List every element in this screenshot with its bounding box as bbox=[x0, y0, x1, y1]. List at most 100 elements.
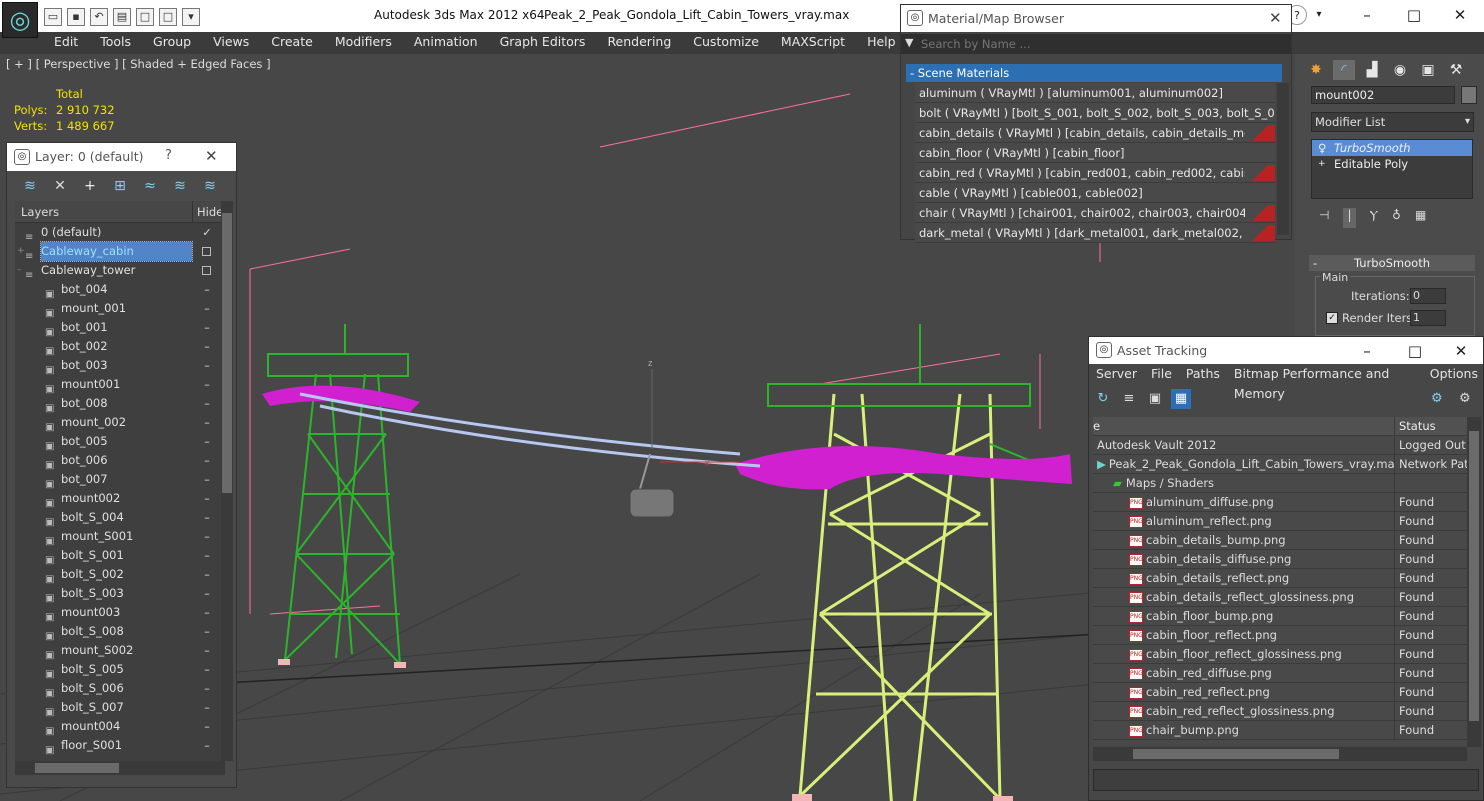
options-dropdown-icon[interactable]: ▼ bbox=[905, 36, 913, 49]
layer-dialog-titlebar[interactable]: ◎ Layer: 0 (default) ? ✕ bbox=[7, 143, 236, 171]
hide-toggle[interactable]: – bbox=[193, 584, 221, 603]
asset-row[interactable]: PNG cabin_floor_bump.png Found bbox=[1093, 607, 1467, 626]
asset-vertical-scrollbar[interactable] bbox=[1467, 417, 1481, 747]
expand-icon[interactable]: + bbox=[17, 242, 25, 261]
minimize-icon[interactable]: – bbox=[1355, 5, 1379, 25]
material-browser-titlebar[interactable]: ◎ Material/Map Browser ✕ bbox=[901, 5, 1291, 32]
asset-row[interactable]: PNG chair_bump.png Found bbox=[1093, 721, 1467, 740]
hide-all-icon[interactable]: ≋ bbox=[169, 176, 191, 196]
turbosmooth-rollout-header[interactable]: - TurboSmooth bbox=[1309, 255, 1475, 271]
hide-toggle[interactable]: – bbox=[193, 736, 221, 755]
pin-stack-icon[interactable]: ⊣ bbox=[1319, 208, 1329, 228]
render-iters-checkbox[interactable]: ✓ bbox=[1326, 312, 1338, 324]
layer-row[interactable]: ▣ bolt_S_001 – bbox=[15, 546, 221, 566]
col-hide[interactable]: Hide bbox=[193, 201, 221, 222]
hide-toggle[interactable]: – bbox=[193, 622, 221, 641]
add-to-layer-icon[interactable]: + bbox=[79, 176, 101, 196]
object-color-swatch[interactable] bbox=[1461, 86, 1477, 104]
select-objects-icon[interactable]: ⊞ bbox=[109, 176, 131, 196]
hide-toggle[interactable]: – bbox=[193, 413, 221, 432]
asset-row[interactable]: PNG cabin_red_diffuse.png Found bbox=[1093, 664, 1467, 683]
maximize-icon[interactable]: □ bbox=[1403, 341, 1427, 361]
menu-help[interactable]: Help bbox=[856, 32, 907, 54]
display-tab-icon[interactable]: ▣ bbox=[1417, 60, 1439, 80]
material-item[interactable]: bolt ( VRayMtl ) [bolt_S_001, bolt_S_002… bbox=[915, 103, 1275, 123]
menu-options[interactable]: Options bbox=[1425, 364, 1483, 384]
scene-materials-group[interactable]: - Scene Materials bbox=[906, 64, 1282, 82]
highlight-layer-icon[interactable]: ≈ bbox=[139, 176, 161, 196]
close-icon[interactable]: ✕ bbox=[1448, 5, 1472, 25]
viewport-label[interactable]: [ + ] [ Perspective ] [ Shaded + Edged F… bbox=[6, 57, 271, 71]
stack-item-editable-poly[interactable]: + Editable Poly bbox=[1312, 156, 1472, 172]
layer-vertical-scrollbar[interactable] bbox=[221, 201, 233, 761]
hide-toggle[interactable] bbox=[202, 247, 211, 256]
maximize-icon[interactable]: □ bbox=[1402, 5, 1426, 25]
menu-group[interactable]: Group bbox=[142, 32, 202, 54]
menu-file[interactable]: File bbox=[1146, 364, 1177, 384]
layer-row[interactable]: ▣ bot_007 – bbox=[15, 470, 221, 490]
iterations-spinner[interactable]: 0 bbox=[1410, 288, 1446, 304]
asset-row[interactable]: PNG aluminum_diffuse.png Found bbox=[1093, 493, 1467, 512]
asset-row[interactable]: PNG cabin_red_reflect.png Found bbox=[1093, 683, 1467, 702]
create-layer-icon[interactable]: ≋ bbox=[19, 176, 41, 196]
menu-bitmap-performance[interactable]: Bitmap Performance and Memory bbox=[1229, 364, 1421, 401]
layer-row[interactable]: ▣ mount_S002 – bbox=[15, 641, 221, 661]
layer-row[interactable]: ▣ mount004 – bbox=[15, 717, 221, 737]
modifier-list-dropdown[interactable]: Modifier List ▾ bbox=[1311, 112, 1474, 132]
asset-row[interactable]: PNG cabin_red_reflect_glossiness.png Found bbox=[1093, 702, 1467, 721]
hide-toggle[interactable]: – bbox=[193, 527, 221, 546]
asset-row[interactable]: PNG cabin_floor_reflect.png Found bbox=[1093, 626, 1467, 645]
scroll-thumb[interactable] bbox=[222, 213, 232, 493]
material-item[interactable]: cabin_details ( VRayMtl ) [cabin_details… bbox=[915, 123, 1275, 143]
layer-row[interactable]: ▣ bolt_S_007 – bbox=[15, 698, 221, 718]
material-item[interactable]: chair ( VRayMtl ) [chair001, chair002, c… bbox=[915, 203, 1275, 223]
material-item[interactable]: aluminum ( VRayMtl ) [aluminum001, alumi… bbox=[915, 83, 1275, 103]
hide-toggle[interactable]: – bbox=[193, 394, 221, 413]
close-icon[interactable]: ✕ bbox=[1269, 9, 1282, 27]
layer-row[interactable]: ▣ mount001 – bbox=[15, 375, 221, 395]
layer-row[interactable]: ▣ bot_002 – bbox=[15, 337, 221, 357]
menu-maxscript[interactable]: MAXScript bbox=[770, 32, 856, 54]
expand-icon[interactable]: – bbox=[17, 261, 22, 280]
scroll-thumb[interactable] bbox=[1133, 749, 1339, 759]
help-dropdown-icon[interactable]: ▾ bbox=[1307, 5, 1331, 25]
hide-toggle[interactable]: – bbox=[193, 280, 221, 299]
layer-row[interactable]: ▣ bot_005 – bbox=[15, 432, 221, 452]
asset-row[interactable]: ▶ Peak_2_Peak_Gondola_Lift_Cabin_Towers_v… bbox=[1093, 455, 1467, 474]
list-view-icon[interactable]: ≡ bbox=[1119, 389, 1139, 409]
asset-row[interactable]: PNG cabin_details_reflect.png Found bbox=[1093, 569, 1467, 588]
hide-toggle[interactable]: – bbox=[193, 679, 221, 698]
hide-toggle[interactable] bbox=[202, 266, 211, 275]
layer-row[interactable]: ▣ mount_S001 – bbox=[15, 527, 221, 547]
settings-icon[interactable]: ⚙ bbox=[1459, 391, 1471, 406]
delete-layer-icon[interactable]: ✕ bbox=[49, 176, 71, 196]
col-name[interactable]: e bbox=[1093, 417, 1395, 435]
fetch-icon[interactable]: □ bbox=[159, 8, 177, 26]
remove-modifier-icon[interactable]: ♁ bbox=[1392, 208, 1401, 228]
redo-icon[interactable]: ▤ bbox=[113, 8, 131, 26]
search-input[interactable] bbox=[921, 35, 1287, 53]
stack-item-turbosmooth[interactable]: ♀ TurboSmooth bbox=[1312, 140, 1472, 156]
hide-toggle[interactable]: – bbox=[193, 508, 221, 527]
layer-row[interactable]: ▣ bolt_S_008 – bbox=[15, 622, 221, 642]
hide-toggle[interactable]: – bbox=[193, 546, 221, 565]
menu-animation[interactable]: Animation bbox=[403, 32, 489, 54]
layer-row[interactable]: – ≡ Cableway_tower bbox=[15, 261, 221, 281]
object-name-field[interactable]: mount002 bbox=[1311, 86, 1455, 104]
hide-toggle[interactable]: – bbox=[193, 717, 221, 736]
layer-row[interactable]: ▣ bot_003 – bbox=[15, 356, 221, 376]
render-iters-spinner[interactable]: 1 bbox=[1410, 310, 1446, 326]
open-folder-icon[interactable]: ▭ bbox=[44, 8, 62, 26]
asset-row[interactable]: PNG cabin_details_diffuse.png Found bbox=[1093, 550, 1467, 569]
qat-dropdown-icon[interactable]: ▾ bbox=[182, 8, 200, 26]
hide-toggle[interactable]: – bbox=[193, 318, 221, 337]
utilities-tab-icon[interactable]: ⚒ bbox=[1445, 60, 1467, 80]
freeze-all-icon[interactable]: ≋ bbox=[199, 176, 221, 196]
hide-toggle[interactable]: – bbox=[193, 375, 221, 394]
thumbnail-view-icon[interactable]: ▣ bbox=[1145, 389, 1165, 409]
menu-rendering[interactable]: Rendering bbox=[596, 32, 682, 54]
layer-row[interactable]: ▣ mount003 – bbox=[15, 603, 221, 623]
asset-row[interactable]: ▰ Maps / Shaders bbox=[1093, 474, 1467, 493]
layer-row[interactable]: ▣ bot_006 – bbox=[15, 451, 221, 471]
material-item[interactable]: cable ( VRayMtl ) [cable001, cable002] bbox=[915, 183, 1275, 203]
